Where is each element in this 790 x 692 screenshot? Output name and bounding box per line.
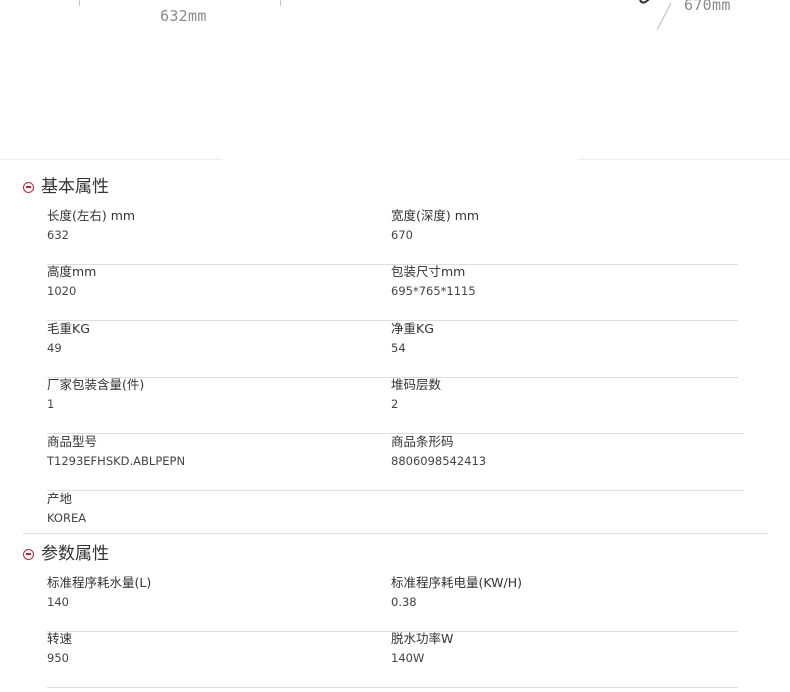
spec-row: 厂家包装含量(件) 1 堆码层数 2: [47, 377, 743, 434]
spec-label: 堆码层数: [391, 377, 442, 392]
spec-value: T1293EFHSKD.ABLPEPN: [47, 454, 186, 468]
collapse-minus-icon[interactable]: [23, 548, 34, 560]
collapse-minus-icon[interactable]: [23, 181, 34, 193]
spec-row: 长度(左右) mm 632 宽度(深度) mm 670: [47, 208, 743, 265]
spec-cell: 宽度(深度) mm 670: [391, 208, 479, 243]
spec-value: 49: [47, 341, 62, 355]
spec-label: 脱水功率W: [391, 631, 454, 646]
spec-row: 商品型号 T1293EFHSKD.ABLPEPN 商品条形码 880609854…: [47, 434, 743, 491]
spec-value: 695*765*1115: [391, 284, 476, 298]
spec-value: 2: [391, 397, 399, 411]
spec-cell: 商品条形码 8806098542413: [391, 434, 486, 469]
spec-label: 标准程序耗电量(KW/H): [391, 575, 522, 590]
spec-label: 转速: [47, 631, 73, 646]
spec-cell: 毛重KG 49: [47, 321, 90, 356]
diagram-divider-right: [578, 159, 790, 160]
parameter-attributes-header[interactable]: 参数属性: [23, 543, 109, 565]
spec-cell: 转速 950: [47, 631, 72, 666]
spec-cell: 堆码层数 2: [391, 377, 441, 412]
spec-value: 670: [391, 228, 413, 242]
spec-value: 8806098542413: [391, 454, 487, 468]
section-divider: [23, 533, 768, 534]
spec-label: 商品型号: [47, 434, 98, 449]
spec-label: 净重KG: [391, 321, 434, 336]
spec-row: 产地 KOREA: [47, 491, 743, 533]
spec-label: 商品条形码: [391, 434, 454, 449]
spec-label: 产地: [47, 491, 73, 506]
spec-cell: 标准程序耗水量(L) 140: [47, 575, 151, 610]
spec-value: 54: [391, 341, 406, 355]
spec-cell: 商品型号 T1293EFHSKD.ABLPEPN: [47, 434, 185, 469]
spec-label: 厂家包装含量(件): [47, 377, 145, 392]
spec-cell: 长度(左右) mm 632: [47, 208, 135, 243]
depth-dimension-label: 670mm: [684, 0, 731, 14]
spec-label: 宽度(深度) mm: [391, 208, 480, 223]
diagram-divider-left: [0, 159, 222, 160]
spec-cell: 标准程序耗电量(KW/H) 0.38: [391, 575, 522, 610]
depth-dimension-line: [639, 0, 672, 31]
spec-value: 140W: [391, 651, 425, 665]
spec-value: 140: [47, 595, 69, 609]
spec-label: 包装尺寸mm: [391, 264, 466, 279]
spec-cell: 脱水功率W 140W: [391, 631, 453, 666]
spec-row: 高度mm 1020 包装尺寸mm 695*765*1115: [47, 264, 743, 321]
spec-label: 高度mm: [47, 264, 97, 279]
spec-value: 0.38: [391, 595, 417, 609]
spec-value: 1020: [47, 284, 77, 298]
spec-cell: 产地 KOREA: [47, 491, 86, 526]
spec-row: 标准程序耗水量(L) 140 标准程序耗电量(KW/H) 0.38: [47, 575, 743, 632]
basic-attributes-header[interactable]: 基本属性: [23, 176, 109, 198]
spec-label: 毛重KG: [47, 321, 90, 336]
spec-value: KOREA: [47, 511, 87, 525]
section-title: 参数属性: [41, 544, 109, 564]
spec-value: 950: [47, 651, 69, 665]
spec-cell: 高度mm 1020: [47, 264, 96, 299]
dimension-diagram: 632mm 670mm: [0, 0, 790, 160]
spec-cell: 包装尺寸mm 695*765*1115: [391, 264, 476, 299]
spec-cell: 净重KG 54: [391, 321, 434, 356]
spec-value: 632: [47, 228, 69, 242]
spec-row: 转速 950 脱水功率W 140W: [47, 631, 743, 692]
depth-dimension-leader: [656, 2, 672, 31]
spec-label: 标准程序耗水量(L): [47, 575, 152, 590]
spec-row: 毛重KG 49 净重KG 54: [47, 321, 743, 378]
row-divider: [47, 687, 738, 688]
diagram-edge-mark: [639, 0, 650, 4]
section-title: 基本属性: [41, 177, 109, 197]
spec-cell: 厂家包装含量(件) 1: [47, 377, 144, 412]
spec-label: 长度(左右) mm: [47, 208, 136, 223]
spec-value: 1: [47, 397, 55, 411]
